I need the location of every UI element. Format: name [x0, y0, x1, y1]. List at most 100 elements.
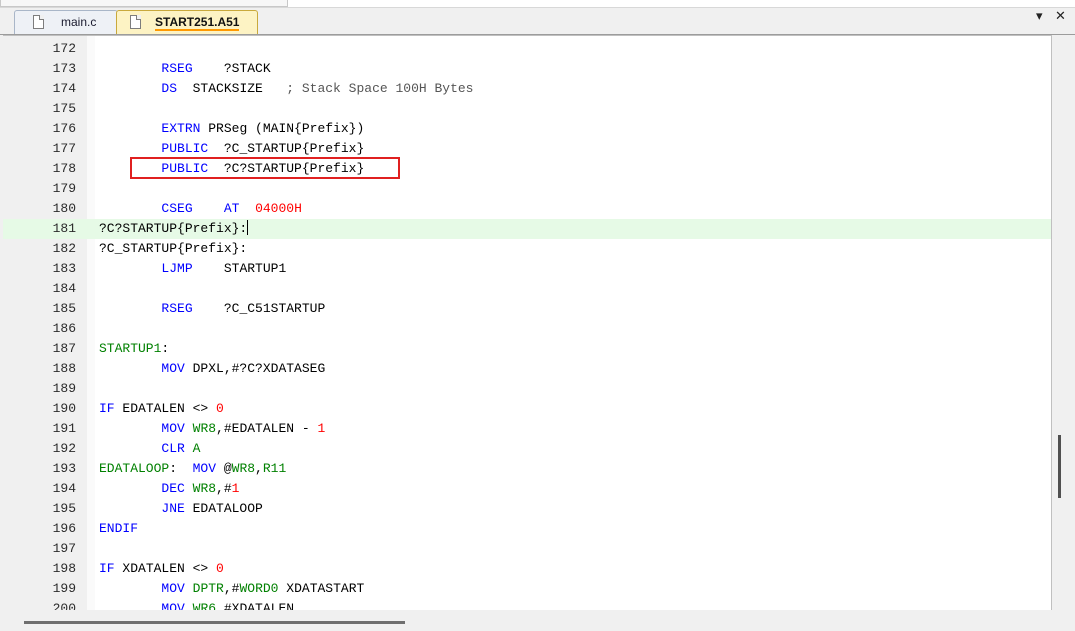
line-number: 184 — [52, 281, 76, 296]
line-text[interactable]: STARTUP1: — [99, 339, 169, 359]
code-line[interactable]: 179 — [3, 179, 1051, 199]
code-line[interactable]: 187 STARTUP1: — [3, 339, 1051, 359]
horizontal-scrollbar-thumb[interactable] — [24, 621, 405, 624]
code-token: R11 — [262, 461, 287, 476]
line-text[interactable]: RSEG ?C_C51STARTUP — [99, 299, 325, 319]
line-text[interactable]: CSEG AT 04000H — [99, 199, 301, 219]
code-line[interactable]: 183 LJMP STARTUP1 — [3, 259, 1051, 279]
code-token: ?C_STARTUP{Prefix}: — [99, 241, 248, 256]
line-number: 193 — [52, 461, 76, 476]
code-line[interactable]: 175 — [3, 99, 1051, 119]
code-token: ?STACK — [192, 61, 271, 76]
line-text[interactable]: JNE EDATALOOP — [99, 499, 262, 519]
code-token: CLR — [161, 441, 185, 456]
code-line[interactable]: 197 — [3, 539, 1051, 559]
code-token: ?C_STARTUP{Prefix} — [208, 141, 365, 156]
code-token: ?C?STARTUP{Prefix}: — [99, 221, 248, 236]
code-token: MOV — [161, 361, 185, 376]
line-text[interactable]: MOV DPXL,#?C?XDATASEG — [99, 359, 325, 379]
line-number: 174 — [52, 81, 76, 96]
code-area[interactable]: 172 173 RSEG ?STACK 174 DS STACKSIZE ; Sta… — [3, 39, 1051, 610]
code-line[interactable]: 181 ?C?STARTUP{Prefix}: — [3, 219, 1051, 239]
line-text[interactable]: RSEG ?STACK — [99, 59, 271, 79]
code-token: RSEG — [161, 301, 193, 316]
line-number: 181 — [52, 221, 76, 236]
code-token: MOV — [161, 421, 185, 436]
code-token: ,# — [223, 581, 240, 596]
line-text[interactable]: IF EDATALEN <> 0 — [99, 399, 224, 419]
code-line[interactable]: 191 MOV WR8,#EDATALEN - 1 — [3, 419, 1051, 439]
code-editor[interactable]: 172 173 RSEG ?STACK 174 DS STACKSIZE ; Sta… — [3, 35, 1052, 611]
vertical-scrollbar-thumb[interactable] — [1058, 435, 1061, 498]
line-text[interactable]: MOV WR8,#EDATALEN - 1 — [99, 419, 325, 439]
line-text[interactable]: ?C?STARTUP{Prefix}: — [99, 219, 249, 239]
code-line[interactable]: 196 ENDIF — [3, 519, 1051, 539]
line-text[interactable]: EXTRN PRSeg (MAIN{Prefix}) — [99, 119, 364, 139]
code-line[interactable]: 180 CSEG AT 04000H — [3, 199, 1051, 219]
line-text[interactable]: IF XDATALEN <> 0 — [99, 559, 224, 579]
code-token: LJMP — [161, 261, 193, 276]
code-line[interactable]: 172 — [3, 39, 1051, 59]
code-token: STARTUP1 — [192, 261, 287, 276]
code-token: DPTR — [192, 581, 224, 596]
code-token: IF — [99, 401, 115, 416]
code-line[interactable]: 185 RSEG ?C_C51STARTUP — [3, 299, 1051, 319]
line-text[interactable]: ENDIF — [99, 519, 138, 539]
vertical-scrollbar[interactable] — [1053, 35, 1075, 609]
code-line[interactable]: 199 MOV DPTR,#WORD0 XDATASTART — [3, 579, 1051, 599]
document-icon — [33, 15, 44, 29]
tab-list-dropdown-icon[interactable]: ▾ — [1036, 8, 1043, 24]
code-token: : — [169, 461, 193, 476]
line-text[interactable]: CLR A — [99, 439, 200, 459]
code-token: DS — [161, 81, 178, 96]
tab-label: START251.A51 — [155, 11, 240, 34]
code-line[interactable]: 177 PUBLIC ?C_STARTUP{Prefix} — [3, 139, 1051, 159]
code-line[interactable]: 190 IF EDATALEN <> 0 — [3, 399, 1051, 419]
code-line[interactable]: 193 EDATALOOP: MOV @WR8,R11 — [3, 459, 1051, 479]
code-line[interactable]: 176 EXTRN PRSeg (MAIN{Prefix}) — [3, 119, 1051, 139]
line-number: 189 — [52, 381, 76, 396]
highlight-annotation-box — [130, 157, 400, 179]
code-line[interactable]: 189 — [3, 379, 1051, 399]
code-token: ENDIF — [99, 521, 139, 536]
line-text[interactable]: ?C_STARTUP{Prefix}: — [99, 239, 247, 259]
line-number: 195 — [52, 501, 76, 516]
code-line[interactable]: 182 ?C_STARTUP{Prefix}: — [3, 239, 1051, 259]
code-token: ,#EDATALEN - — [216, 421, 318, 436]
code-line[interactable]: 188 MOV DPXL,#?C?XDATASEG — [3, 359, 1051, 379]
line-text[interactable]: LJMP STARTUP1 — [99, 259, 286, 279]
text-caret — [247, 220, 249, 235]
line-number: 176 — [52, 121, 76, 136]
line-text[interactable]: PUBLIC ?C_STARTUP{Prefix} — [99, 139, 364, 159]
code-token: @ — [216, 461, 232, 476]
tab-start251-a51[interactable]: START251.A51 — [116, 10, 258, 34]
code-line[interactable]: 174 DS STACKSIZE ; Stack Space 100H Byte… — [3, 79, 1051, 99]
code-token: : — [161, 341, 170, 356]
line-text[interactable]: DS STACKSIZE ; Stack Space 100H Bytes — [99, 79, 473, 99]
line-text[interactable]: DEC WR8,#1 — [99, 479, 239, 499]
close-tab-icon[interactable]: ✕ — [1055, 8, 1066, 24]
tab-main-c[interactable]: main.c — [14, 10, 118, 34]
code-line[interactable]: 195 JNE EDATALOOP — [3, 499, 1051, 519]
code-line[interactable]: 194 DEC WR8,#1 — [3, 479, 1051, 499]
code-line[interactable]: 186 — [3, 319, 1051, 339]
code-token: XDATASTART — [278, 581, 365, 596]
code-token: PRSeg (MAIN{Prefix}) — [200, 121, 365, 136]
code-line[interactable]: 198 IF XDATALEN <> 0 — [3, 559, 1051, 579]
line-text[interactable]: EDATALOOP: MOV @WR8,R11 — [99, 459, 286, 479]
line-number: 187 — [52, 341, 76, 356]
code-line[interactable]: 173 RSEG ?STACK — [3, 59, 1051, 79]
code-line[interactable]: 192 CLR A — [3, 439, 1051, 459]
code-token: EXTRN — [161, 121, 201, 136]
code-token: EDATALOOP — [99, 461, 170, 476]
line-text[interactable]: MOV DPTR,#WORD0 XDATASTART — [99, 579, 364, 599]
code-line[interactable]: 184 — [3, 279, 1051, 299]
